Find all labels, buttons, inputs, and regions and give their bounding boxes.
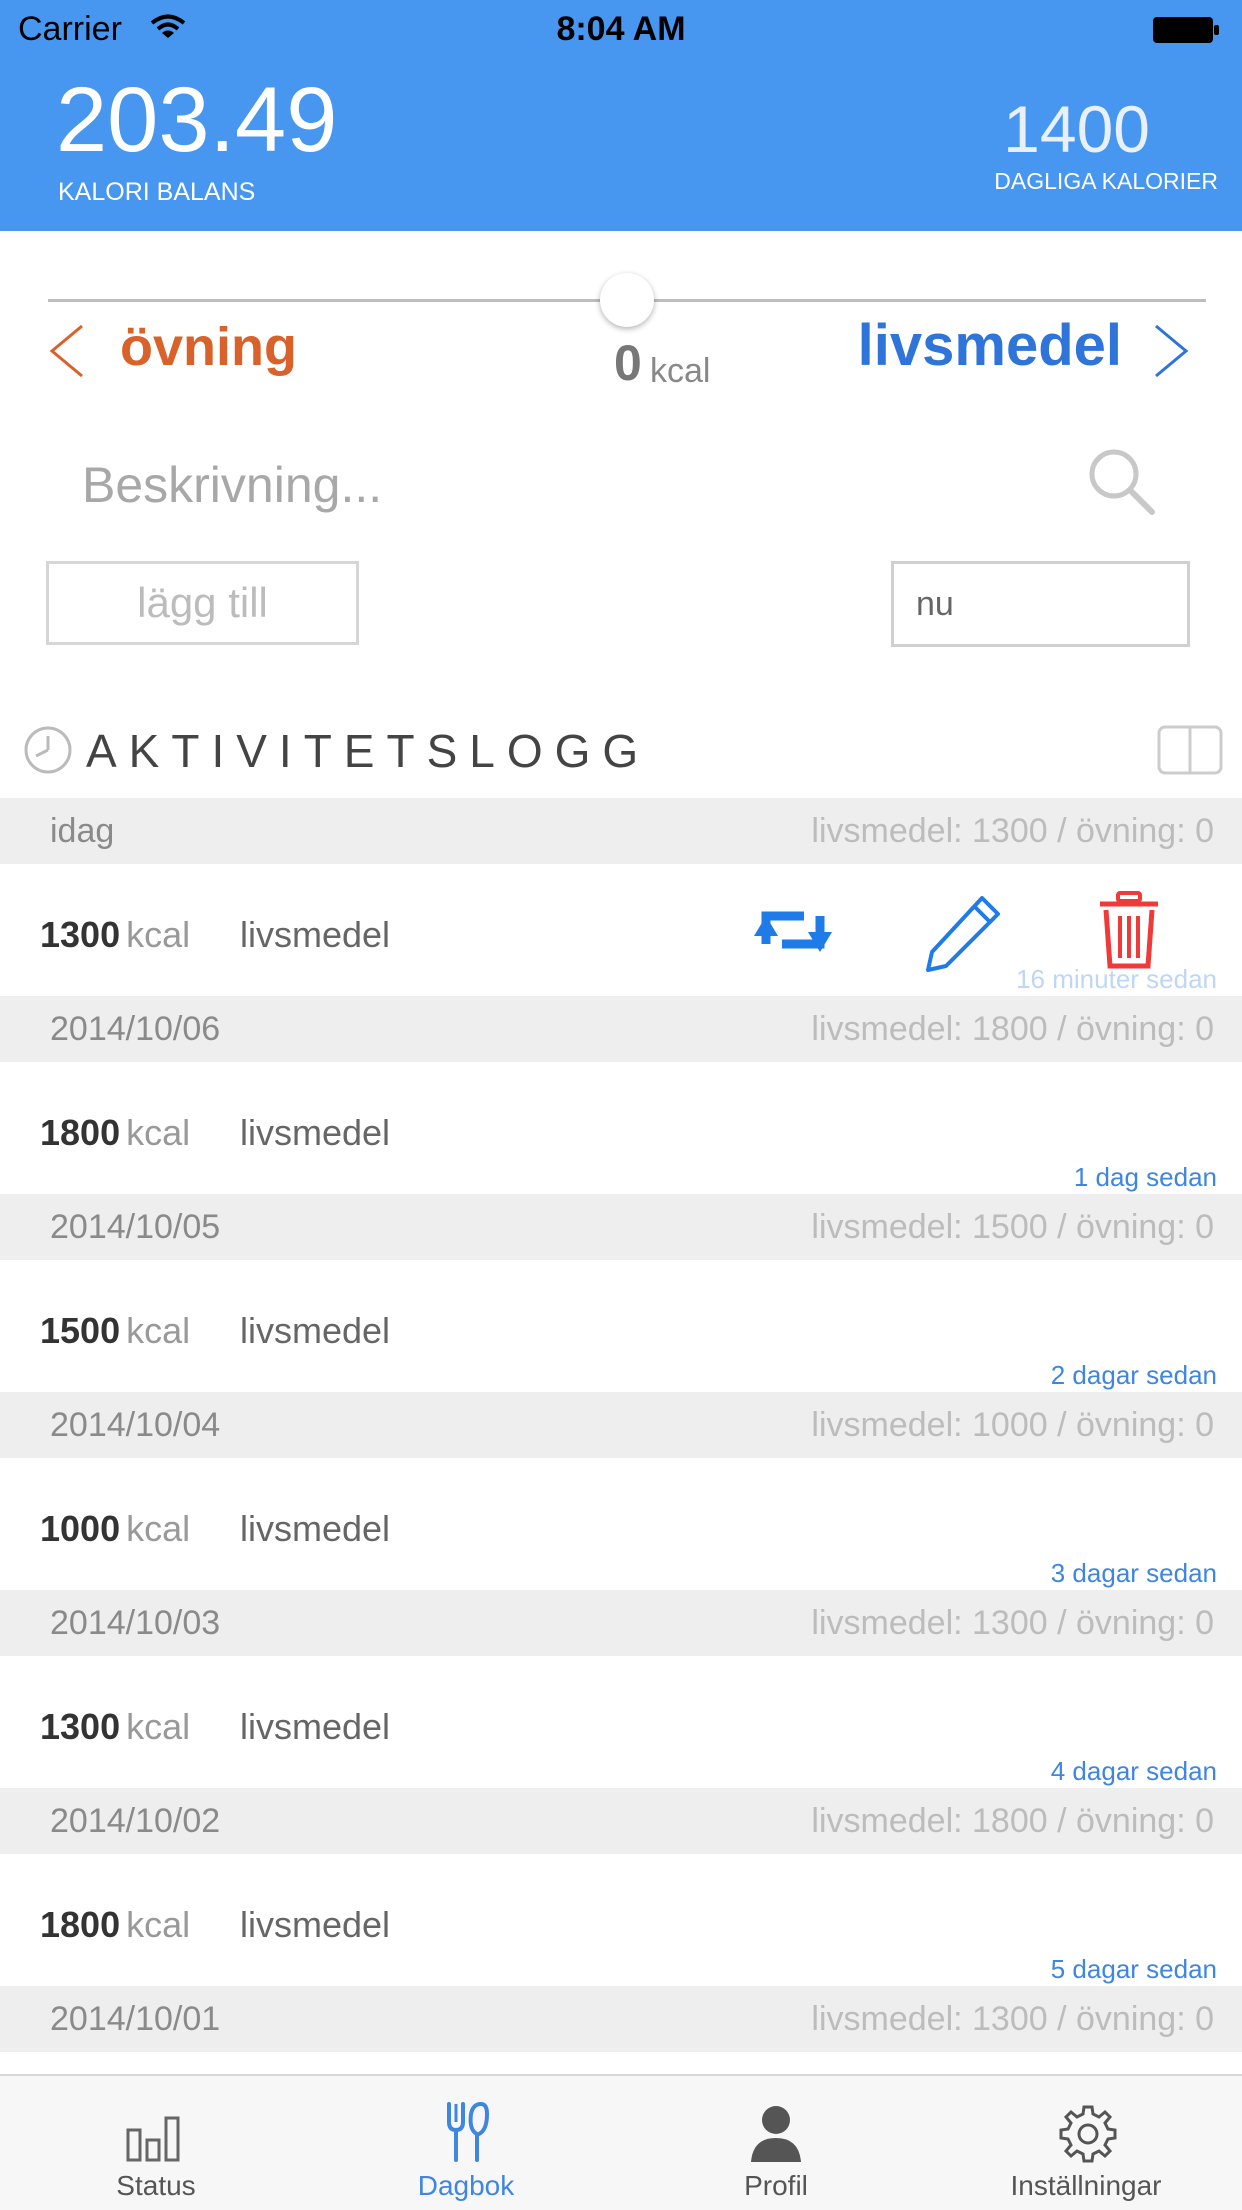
add-button[interactable]: lägg till: [46, 561, 359, 645]
fork-knife-icon: [311, 2100, 621, 2164]
calorie-balance-value: 203.49: [56, 69, 338, 171]
day-header: 2014/10/02 livsmedel: 1800 / övning: 0: [0, 1788, 1242, 1854]
tab-profil-label: Profil: [744, 2170, 808, 2201]
chevron-left-icon[interactable]: [44, 322, 88, 385]
tab-status-label: Status: [116, 2170, 196, 2201]
day-summary: livsmedel: 1800 / övning: 0: [811, 1010, 1214, 1048]
entry-kcal: 1300 kcal: [40, 1706, 190, 1748]
log-entry[interactable]: 1000 kcal livsmedel 3 dagar sedan: [0, 1458, 1242, 1590]
trash-icon[interactable]: [1096, 890, 1162, 975]
activity-log-list: idag livsmedel: 1300 / övning: 0 1300 kca…: [0, 798, 1242, 2052]
day-header: idag livsmedel: 1300 / övning: 0: [0, 798, 1242, 864]
day-date: 2014/10/05: [50, 1208, 221, 1246]
entry-kcal-value: 1300: [40, 914, 121, 955]
tab-installningar-label: Inställningar: [1010, 2170, 1162, 2201]
day-date: 2014/10/03: [50, 1604, 221, 1642]
entry-kcal: 1000 kcal: [40, 1508, 190, 1550]
day-header: 2014/10/03 livsmedel: 1300 / övning: 0: [0, 1590, 1242, 1656]
log-entry[interactable]: 1800 kcal livsmedel 1 dag sedan: [0, 1062, 1242, 1194]
exercise-mode-button[interactable]: övning: [120, 316, 297, 378]
tab-profil[interactable]: Profil: [621, 2076, 931, 2210]
day-date: 2014/10/06: [50, 1010, 221, 1048]
entry-kcal-value: 1000: [40, 1508, 121, 1549]
food-mode-button[interactable]: livsmedel: [858, 312, 1122, 379]
pencil-icon[interactable]: [920, 892, 1004, 981]
repeat-icon[interactable]: [752, 898, 834, 967]
entry-kcal-unit: kcal: [126, 1904, 191, 1945]
tab-dagbok[interactable]: Dagbok: [311, 2076, 621, 2210]
day-date: 2014/10/02: [50, 1802, 221, 1840]
entry-kcal-unit: kcal: [126, 1310, 191, 1351]
person-icon: [621, 2100, 931, 2164]
entry-kcal-unit: kcal: [126, 1112, 191, 1153]
day-summary: livsmedel: 1300 / övning: 0: [811, 812, 1214, 850]
day-header: 2014/10/04 livsmedel: 1000 / övning: 0: [0, 1392, 1242, 1458]
day-summary: livsmedel: 1300 / övning: 0: [811, 1604, 1214, 1642]
clock-icon: [22, 724, 74, 781]
log-entry[interactable]: 1800 kcal livsmedel 5 dagar sedan: [0, 1854, 1242, 1986]
entry-kcal-value: 1500: [40, 1310, 121, 1351]
entry-kcal-value: 1300: [40, 1706, 121, 1747]
battery-icon: [1152, 16, 1220, 44]
tab-installningar[interactable]: Inställningar: [931, 2076, 1241, 2210]
header: Carrier 8:04 AM 203.49 KALORI BALANS 140…: [0, 0, 1242, 231]
entry-kcal: 1800 kcal: [40, 1904, 190, 1946]
slider-kcal-unit: kcal: [650, 352, 711, 390]
entry-kcal: 1300 kcal: [40, 914, 190, 956]
description-input[interactable]: [82, 450, 982, 520]
entry-type: livsmedel: [240, 1508, 391, 1549]
entry-time-ago: 16 minuter sedan: [1016, 964, 1217, 994]
entry-time-ago: 4 dagar sedan: [1050, 1756, 1217, 1786]
day-summary: livsmedel: 1000 / övning: 0: [811, 1406, 1214, 1444]
entry-type: livsmedel: [240, 1310, 391, 1351]
entry-type: livsmedel: [240, 1706, 391, 1747]
entry-kcal-value: 1800: [40, 1112, 121, 1153]
day-summary: livsmedel: 1300 / övning: 0: [811, 2000, 1214, 2038]
entry-time-ago: 3 dagar sedan: [1050, 1558, 1217, 1588]
entry-kcal-unit: kcal: [126, 1508, 191, 1549]
entry-kcal: 1800 kcal: [40, 1112, 190, 1154]
day-date: 2014/10/04: [50, 1406, 221, 1444]
entry-time-ago: 2 dagar sedan: [1050, 1360, 1217, 1390]
day-date: 2014/10/01: [50, 2000, 221, 2038]
day-summary: livsmedel: 1800 / övning: 0: [811, 1802, 1214, 1840]
entry-kcal-unit: kcal: [126, 1706, 191, 1747]
daily-calories-value: 1400: [1003, 92, 1150, 166]
time-input[interactable]: [891, 561, 1190, 647]
day-header: 2014/10/01 livsmedel: 1300 / övning: 0: [0, 1986, 1242, 2052]
search-icon[interactable]: [1086, 446, 1158, 523]
day-header: 2014/10/06 livsmedel: 1800 / övning: 0: [0, 996, 1242, 1062]
bar-chart-icon: [1, 2100, 311, 2164]
entry-kcal-value: 1800: [40, 1904, 121, 1945]
activity-log-title: AKTIVITETSLOGG: [86, 725, 651, 777]
entry-type: livsmedel: [240, 1904, 391, 1945]
slider-kcal-value: 0: [614, 335, 642, 391]
tab-bar: Status Dagbok Profil Inställningar: [0, 2074, 1242, 2210]
entry-kcal: 1500 kcal: [40, 1310, 190, 1352]
log-entry[interactable]: 1300 kcal livsmedel 16 minuter sedan: [0, 864, 1242, 996]
entry-type: livsmedel: [240, 914, 391, 955]
chevron-right-icon[interactable]: [1150, 322, 1194, 385]
day-date: idag: [50, 812, 115, 850]
entry-type: livsmedel: [240, 1112, 391, 1153]
calorie-balance-label: KALORI BALANS: [58, 178, 256, 206]
day-header: 2014/10/05 livsmedel: 1500 / övning: 0: [0, 1194, 1242, 1260]
entry-time-ago: 5 dagar sedan: [1050, 1954, 1217, 1984]
log-entry[interactable]: 1300 kcal livsmedel 4 dagar sedan: [0, 1656, 1242, 1788]
entry-kcal-unit: kcal: [126, 914, 191, 955]
tab-status[interactable]: Status: [1, 2076, 311, 2210]
status-bar: Carrier 8:04 AM: [0, 0, 1242, 60]
tab-dagbok-label: Dagbok: [417, 2170, 515, 2201]
calorie-slider-thumb[interactable]: [600, 273, 654, 327]
status-time: 8:04 AM: [556, 10, 686, 48]
entry-time-ago: 1 dag sedan: [1073, 1162, 1217, 1192]
daily-calories-label: DAGLIGA KALORIER: [994, 168, 1218, 194]
log-entry[interactable]: 1500 kcal livsmedel 2 dagar sedan: [0, 1260, 1242, 1392]
gear-icon: [931, 2100, 1241, 2164]
book-icon[interactable]: [1156, 724, 1224, 781]
day-summary: livsmedel: 1500 / övning: 0: [811, 1208, 1214, 1246]
